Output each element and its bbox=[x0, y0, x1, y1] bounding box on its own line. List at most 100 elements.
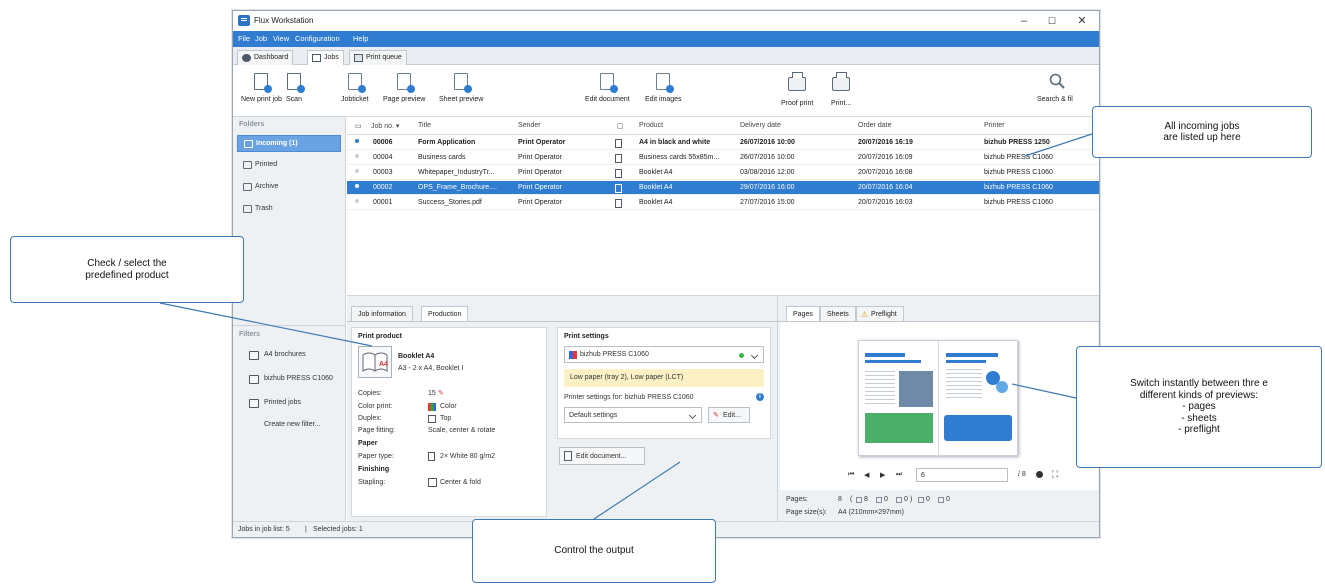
table-row[interactable]: 00006 Form Application Print Operator A4… bbox=[347, 136, 1099, 150]
jobs-icon bbox=[312, 54, 321, 62]
jobticket-button[interactable]: Jobticket bbox=[341, 73, 369, 103]
edit-images-button[interactable]: Edit images bbox=[645, 73, 682, 103]
paper-icon bbox=[428, 452, 435, 461]
menu-configuration[interactable]: Configuration bbox=[295, 34, 340, 43]
edit-document-button[interactable]: Edit document bbox=[585, 73, 630, 103]
tab-pages[interactable]: Pages bbox=[786, 306, 820, 321]
cell-order: 20/07/2016 16:09 bbox=[858, 154, 913, 161]
filter-label: A4 brochures bbox=[264, 351, 306, 358]
sheet-preview-button[interactable]: Sheet preview bbox=[439, 73, 483, 103]
jobticket-label: Jobticket bbox=[341, 96, 369, 103]
filter-a4-brochures[interactable]: A4 brochures bbox=[233, 347, 345, 363]
col-order[interactable]: Order date bbox=[858, 122, 891, 129]
cell-sender: Print Operator bbox=[518, 199, 562, 206]
cell-order: 20/07/2016 16:19 bbox=[858, 139, 913, 146]
product-thumbnail[interactable]: A4 bbox=[358, 346, 392, 378]
folder-incoming[interactable]: Incoming (1) bbox=[237, 135, 341, 152]
table-row[interactable]: 00004 Business cards Print Operator Busi… bbox=[347, 151, 1099, 165]
filter-icon bbox=[249, 399, 259, 408]
menu-view[interactable]: View bbox=[273, 34, 289, 43]
cell-job-no: 00003 bbox=[373, 169, 393, 176]
filter-printed-jobs[interactable]: Printed jobs bbox=[233, 395, 345, 411]
printer-select[interactable]: bizhub PRESS C1060 bbox=[564, 346, 764, 363]
tab-print-queue[interactable]: Print queue bbox=[349, 50, 407, 65]
toolbar: New print job Scan Jobticket Page previe… bbox=[233, 65, 1099, 117]
next-page-button[interactable]: ▶ bbox=[880, 471, 885, 479]
col-product[interactable]: Product bbox=[639, 122, 663, 129]
cell-job-no: 00002 bbox=[373, 184, 393, 191]
tab-sheets[interactable]: Sheets bbox=[820, 306, 856, 321]
col-sender[interactable]: Sender bbox=[518, 122, 541, 129]
tab-production[interactable]: Production bbox=[421, 306, 469, 321]
tab-preflight[interactable]: ⚠ Preflight bbox=[856, 306, 904, 321]
selected-count: Selected jobs: 1 bbox=[313, 526, 363, 533]
menu-help[interactable]: Help bbox=[353, 34, 368, 43]
row-status-dot bbox=[355, 154, 359, 158]
count-value: 0 bbox=[904, 496, 908, 503]
col-title[interactable]: Title bbox=[418, 122, 431, 129]
edit-document-label: Edit document bbox=[585, 96, 630, 103]
page-fitting-value: Scale, center & rotate bbox=[428, 427, 496, 434]
col-printer[interactable]: Printer bbox=[984, 122, 1005, 129]
edit-settings-button[interactable]: ✎ Edit... bbox=[708, 407, 750, 423]
duplex-icon bbox=[428, 415, 436, 423]
folder-printed[interactable]: Printed bbox=[237, 157, 341, 174]
edit-pencil-icon: ✎ bbox=[713, 412, 719, 419]
prev-page-button[interactable]: ◀ bbox=[864, 471, 869, 479]
minimize-button[interactable]: – bbox=[1013, 13, 1035, 29]
tab-jobs[interactable]: Jobs bbox=[307, 50, 344, 66]
create-filter-link[interactable]: Create new filter... bbox=[264, 421, 320, 428]
new-print-job-button[interactable]: New print job bbox=[241, 73, 282, 103]
menu-job[interactable]: Job bbox=[255, 34, 267, 43]
table-row[interactable]: 00001 Success_Stories.pdf Print Operator… bbox=[347, 196, 1099, 210]
count-value: 8 bbox=[864, 496, 868, 503]
tab-job-information[interactable]: Job information bbox=[351, 306, 413, 321]
product-icon bbox=[615, 199, 622, 208]
folder-archive[interactable]: Archive bbox=[237, 179, 341, 196]
edit-document-small-button[interactable]: Edit document... bbox=[559, 447, 645, 465]
edit-pencil-icon[interactable]: ✎ bbox=[438, 389, 444, 397]
preview-settings-icon[interactable] bbox=[1036, 471, 1043, 478]
pages-breakdown: ( bbox=[850, 496, 853, 503]
pages-value: 8 bbox=[838, 496, 842, 503]
folders-header: Folders bbox=[239, 121, 265, 128]
maximize-button[interactable]: ☐ bbox=[1041, 13, 1063, 29]
print-button[interactable]: Print... bbox=[831, 72, 851, 107]
info-icon[interactable]: i bbox=[756, 393, 764, 401]
tab-dashboard[interactable]: Dashboard bbox=[237, 50, 294, 65]
table-row[interactable]: 00003 Whitepaper_IndustryTr... Print Ope… bbox=[347, 166, 1099, 180]
color-print-value: Color bbox=[440, 403, 457, 410]
table-row-selected[interactable]: 00002 OPS_Frame_Brochure.... Print Opera… bbox=[347, 181, 1099, 195]
folder-trash[interactable]: Trash bbox=[237, 201, 341, 218]
menu-bar: File Job View Configuration Help bbox=[233, 31, 1099, 47]
first-page-button[interactable]: ⏮ bbox=[848, 471, 854, 479]
col-job-no[interactable]: Job no. ▾ bbox=[371, 122, 399, 130]
row-status-dot bbox=[355, 184, 359, 188]
tab-print-queue-label: Print queue bbox=[366, 54, 402, 61]
cell-printer: bizhub PRESS C1060 bbox=[984, 184, 1053, 191]
page-spread-preview[interactable] bbox=[858, 340, 1018, 457]
job-list-header: ▭ Job no. ▾ Title Sender ▢ Product Deliv… bbox=[347, 117, 1099, 135]
close-button[interactable]: ✕ bbox=[1071, 13, 1093, 29]
product-icon bbox=[615, 184, 622, 193]
page-number-input[interactable]: 6 bbox=[916, 468, 1008, 482]
sidebar: Folders Incoming (1) Printed Archive Tra… bbox=[233, 117, 346, 521]
edit-document-small-label: Edit document... bbox=[576, 453, 627, 460]
search-icon bbox=[1049, 73, 1065, 89]
search-filter-button[interactable]: Search & fil bbox=[1037, 73, 1073, 103]
col-delivery[interactable]: Delivery date bbox=[740, 122, 781, 129]
page-fitting-label: Page fitting: bbox=[358, 427, 395, 434]
proof-print-button[interactable]: Proof print bbox=[781, 72, 813, 107]
last-page-button[interactable]: ⏭ bbox=[896, 471, 902, 479]
job-list: ▭ Job no. ▾ Title Sender ▢ Product Deliv… bbox=[347, 117, 1099, 295]
cell-sender: Print Operator bbox=[518, 169, 562, 176]
cell-sender: Print Operator bbox=[518, 184, 562, 191]
cell-title: Form Application bbox=[418, 139, 476, 146]
callout-incoming-jobs: All incoming jobs are listed up here bbox=[1092, 106, 1312, 158]
scan-button[interactable]: Scan bbox=[285, 73, 305, 103]
filter-bizhub[interactable]: bizhub PRESS C1060 bbox=[233, 371, 345, 387]
fullscreen-icon[interactable]: ⛶ bbox=[1052, 469, 1058, 480]
page-preview-button[interactable]: Page preview bbox=[383, 73, 425, 103]
printer-settings-select[interactable]: Default settings bbox=[564, 407, 702, 423]
menu-file[interactable]: File bbox=[238, 34, 250, 43]
